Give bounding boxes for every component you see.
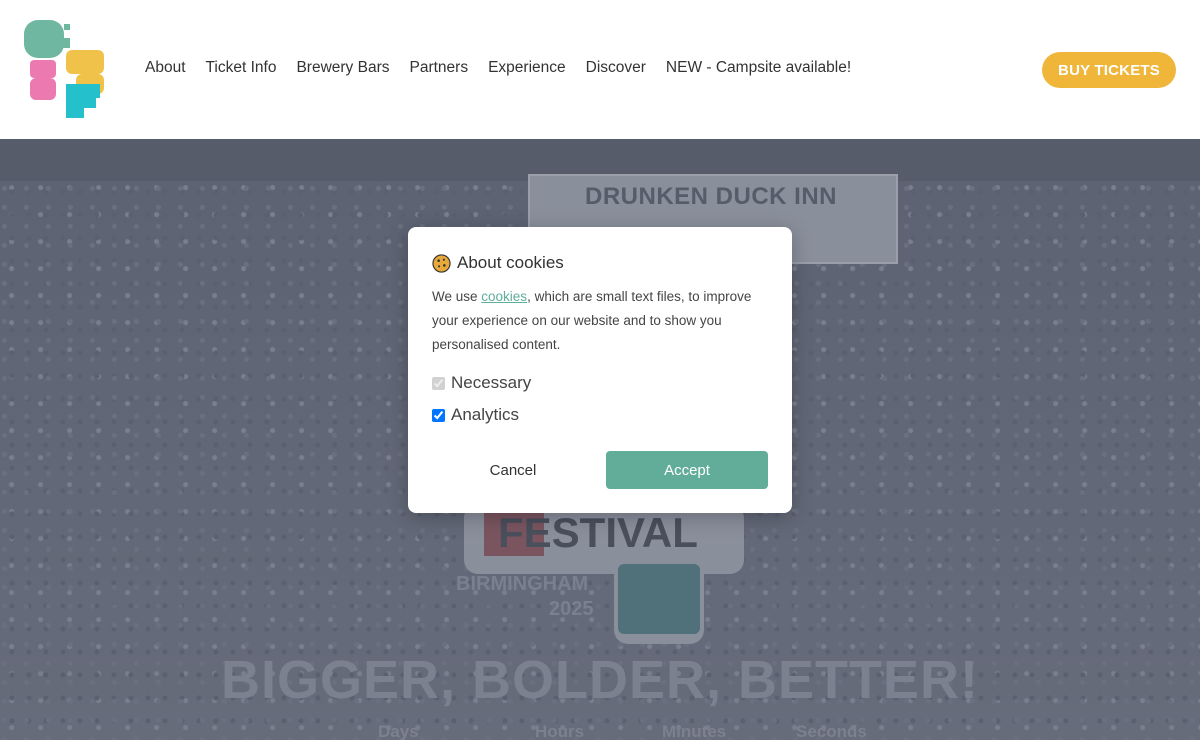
hero-tagline: BIGGER, BOLDER, BETTER!: [220, 650, 979, 710]
countdown-minutes-label: Minutes: [662, 722, 727, 740]
necessary-option: Necessary: [432, 373, 531, 393]
analytics-option[interactable]: Analytics: [432, 405, 519, 425]
cookie-icon: [432, 253, 451, 273]
cookie-dialog-title: About cookies: [432, 253, 564, 273]
nav-experience[interactable]: Experience: [488, 58, 566, 78]
nav-brewery-bars[interactable]: Brewery Bars: [296, 58, 389, 78]
nav-partners[interactable]: Partners: [409, 58, 468, 78]
nav-discover[interactable]: Discover: [586, 58, 646, 78]
buy-tickets-button[interactable]: BUY TICKETS: [1042, 52, 1176, 88]
nav-ticket-info[interactable]: Ticket Info: [206, 58, 277, 78]
necessary-checkbox: [432, 376, 445, 390]
analytics-label: Analytics: [451, 405, 520, 424]
analytics-checkbox[interactable]: [432, 408, 445, 422]
countdown-days-label: Days: [378, 722, 419, 740]
necessary-label: Necessary: [451, 373, 532, 392]
accept-button[interactable]: Accept: [606, 451, 768, 489]
site-header: About Ticket Info Brewery Bars Partners …: [0, 0, 1200, 139]
festival-year: 2025: [549, 598, 594, 620]
festival-city: BIRMINGHAM: [456, 573, 589, 595]
main-nav: About Ticket Info Brewery Bars Partners …: [145, 58, 871, 78]
festival-heading: FESTIVAL: [498, 509, 698, 556]
countdown: Days Hours Minutes Seconds: [0, 722, 1200, 740]
cookie-text-before: We use: [432, 289, 482, 304]
cookies-policy-link[interactable]: cookies: [481, 289, 527, 304]
cookie-consent-dialog: About cookies We use cookies, which are …: [408, 227, 792, 513]
hero-banner-text: DRUNKEN DUCK INN: [585, 183, 837, 210]
cancel-button[interactable]: Cancel: [432, 451, 594, 489]
nav-campsite[interactable]: NEW - Campsite available!: [666, 58, 851, 78]
cookie-dialog-text: We use cookies, which are small text fil…: [432, 285, 772, 357]
cookie-dialog-heading: About cookies: [457, 253, 564, 272]
countdown-seconds-label: Seconds: [796, 722, 867, 740]
countdown-hours-label: Hours: [535, 722, 585, 740]
nav-about[interactable]: About: [145, 58, 186, 78]
gbbf-logo[interactable]: [24, 18, 108, 120]
